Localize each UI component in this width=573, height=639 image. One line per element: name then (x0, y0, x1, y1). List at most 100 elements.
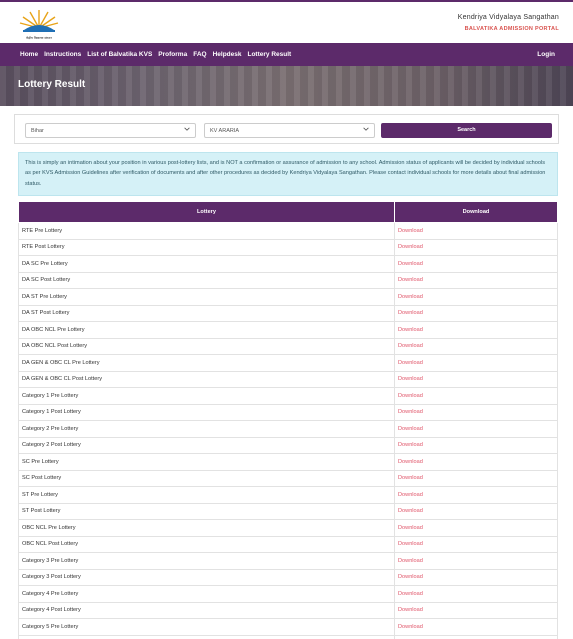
table-row: DA ST Post Lottery Download (18, 304, 558, 323)
download-link[interactable]: Download (394, 568, 558, 587)
download-link[interactable]: Download (394, 469, 558, 488)
download-link[interactable]: Download (394, 585, 558, 603)
download-link[interactable]: Download (394, 634, 558, 639)
lottery-name: DA GEN & OBC CL Post Lottery (18, 370, 395, 389)
download-link[interactable]: Download (394, 370, 558, 389)
lottery-name: Category 3 Post Lottery (18, 568, 395, 587)
nav-home[interactable]: Home (20, 51, 38, 58)
download-link[interactable]: Download (394, 601, 558, 620)
lottery-name: DA OBC NCL Post Lottery (18, 337, 395, 356)
lottery-name: Category 5 Post Lottery (18, 634, 395, 639)
column-header-download: Download (394, 201, 558, 224)
download-link[interactable]: Download (394, 535, 558, 554)
table-header-row: Lottery Download (18, 201, 558, 224)
download-link[interactable]: Download (394, 519, 558, 537)
kvs-logo[interactable]: केंद्रीय विद्यालय संगठन (14, 6, 64, 42)
download-link[interactable]: Download (394, 552, 558, 570)
download-link[interactable]: Download (394, 618, 558, 636)
table-row: OBC NCL Post Lottery Download (18, 535, 558, 554)
table-row: SC Post Lottery Download (18, 469, 558, 488)
nav-proforma[interactable]: Proforma (158, 51, 187, 58)
login-link[interactable]: Login (537, 51, 555, 58)
table-row: RTE Post Lottery Download (18, 238, 558, 257)
search-panel: Bihar KV ARARIA Search (14, 114, 559, 144)
lottery-name: DA GEN & OBC CL Pre Lottery (18, 354, 395, 372)
table-row: DA OBC NCL Pre Lottery Download (18, 321, 558, 339)
logo-caption: केंद्रीय विद्यालय संगठन (26, 36, 52, 40)
lottery-table-body: RTE Pre Lottery Download RTE Post Lottery D… (18, 222, 558, 639)
table-row: Category 4 Pre Lottery Download (18, 585, 558, 603)
column-header-lottery: Lottery (18, 201, 395, 224)
table-row: Category 2 Pre Lottery Download (18, 420, 558, 438)
table-row: Category 3 Pre Lottery Download (18, 552, 558, 570)
lottery-name: Category 1 Post Lottery (18, 403, 395, 422)
nav-list-of-balvatika-kvs[interactable]: List of Balvatika KVS (87, 51, 152, 58)
download-link[interactable]: Download (394, 271, 558, 290)
download-link[interactable]: Download (394, 288, 558, 306)
table-row: DA GEN & OBC CL Post Lottery Download (18, 370, 558, 389)
lottery-name: DA SC Post Lottery (18, 271, 395, 290)
download-link[interactable]: Download (394, 255, 558, 273)
lottery-name: SC Post Lottery (18, 469, 395, 488)
table-row: SC Pre Lottery Download (18, 453, 558, 471)
lottery-name: Category 3 Pre Lottery (18, 552, 395, 570)
table-row: ST Pre Lottery Download (18, 486, 558, 504)
org-name: Kendriya Vidyalaya Sangathan (457, 14, 559, 21)
nav-faq[interactable]: FAQ (193, 51, 206, 58)
download-link[interactable]: Download (394, 436, 558, 455)
nav-lottery-result[interactable]: Lottery Result (247, 51, 291, 58)
lottery-name: DA ST Post Lottery (18, 304, 395, 323)
page-title: Lottery Result (18, 79, 86, 90)
table-row: DA SC Post Lottery Download (18, 271, 558, 290)
download-link[interactable]: Download (394, 486, 558, 504)
state-select-value: Bihar (31, 128, 44, 134)
lottery-name: Category 4 Pre Lottery (18, 585, 395, 603)
lottery-table: Lottery Download RTE Pre Lottery Download… (18, 201, 558, 639)
download-link[interactable]: Download (394, 403, 558, 422)
table-row: Category 3 Post Lottery Download (18, 568, 558, 587)
banner-background (0, 66, 573, 106)
download-link[interactable]: Download (394, 238, 558, 257)
top-header: केंद्रीय विद्यालय संगठन Kendriya Vidyala… (0, 0, 573, 43)
download-link[interactable]: Download (394, 420, 558, 438)
state-select[interactable]: Bihar (25, 123, 196, 138)
table-row: OBC NCL Pre Lottery Download (18, 519, 558, 537)
lottery-name: SC Pre Lottery (18, 453, 395, 471)
nav-instructions[interactable]: Instructions (44, 51, 81, 58)
main-navbar: Home Instructions List of Balvatika KVS … (0, 43, 573, 66)
table-row: Category 1 Post Lottery Download (18, 403, 558, 422)
download-link[interactable]: Download (394, 321, 558, 339)
lottery-name: DA SC Pre Lottery (18, 255, 395, 273)
download-link[interactable]: Download (394, 354, 558, 372)
lottery-name: ST Pre Lottery (18, 486, 395, 504)
search-button[interactable]: Search (381, 123, 552, 138)
lottery-name: Category 5 Pre Lottery (18, 618, 395, 636)
lottery-name: RTE Pre Lottery (18, 222, 395, 240)
download-link[interactable]: Download (394, 222, 558, 240)
table-row: DA ST Pre Lottery Download (18, 288, 558, 306)
download-link[interactable]: Download (394, 453, 558, 471)
chevron-down-icon (363, 127, 369, 131)
download-link[interactable]: Download (394, 502, 558, 521)
notice-alert: This is simply an intimation about your … (18, 152, 558, 197)
table-row: Category 5 Pre Lottery Download (18, 618, 558, 636)
school-select[interactable]: KV ARARIA (204, 123, 375, 138)
download-link[interactable]: Download (394, 337, 558, 356)
lottery-name: Category 2 Post Lottery (18, 436, 395, 455)
chevron-down-icon (184, 127, 190, 131)
lottery-name: DA ST Pre Lottery (18, 288, 395, 306)
table-row: ST Post Lottery Download (18, 502, 558, 521)
nav-helpdesk[interactable]: Helpdesk (213, 51, 242, 58)
lottery-name: ST Post Lottery (18, 502, 395, 521)
lottery-name: OBC NCL Post Lottery (18, 535, 395, 554)
table-row: Category 5 Post LotteryDownload (18, 634, 558, 639)
download-link[interactable]: Download (394, 387, 558, 405)
download-link[interactable]: Download (394, 304, 558, 323)
page-banner: Lottery Result (0, 66, 573, 106)
lottery-name: Category 4 Post Lottery (18, 601, 395, 620)
org-title-block: Kendriya Vidyalaya Sangathan BALVATIKA A… (458, 14, 559, 32)
lottery-name: RTE Post Lottery (18, 238, 395, 257)
lottery-name: Category 2 Pre Lottery (18, 420, 395, 438)
lottery-name: OBC NCL Pre Lottery (18, 519, 395, 537)
table-row: Category 4 Post Lottery Download (18, 601, 558, 620)
